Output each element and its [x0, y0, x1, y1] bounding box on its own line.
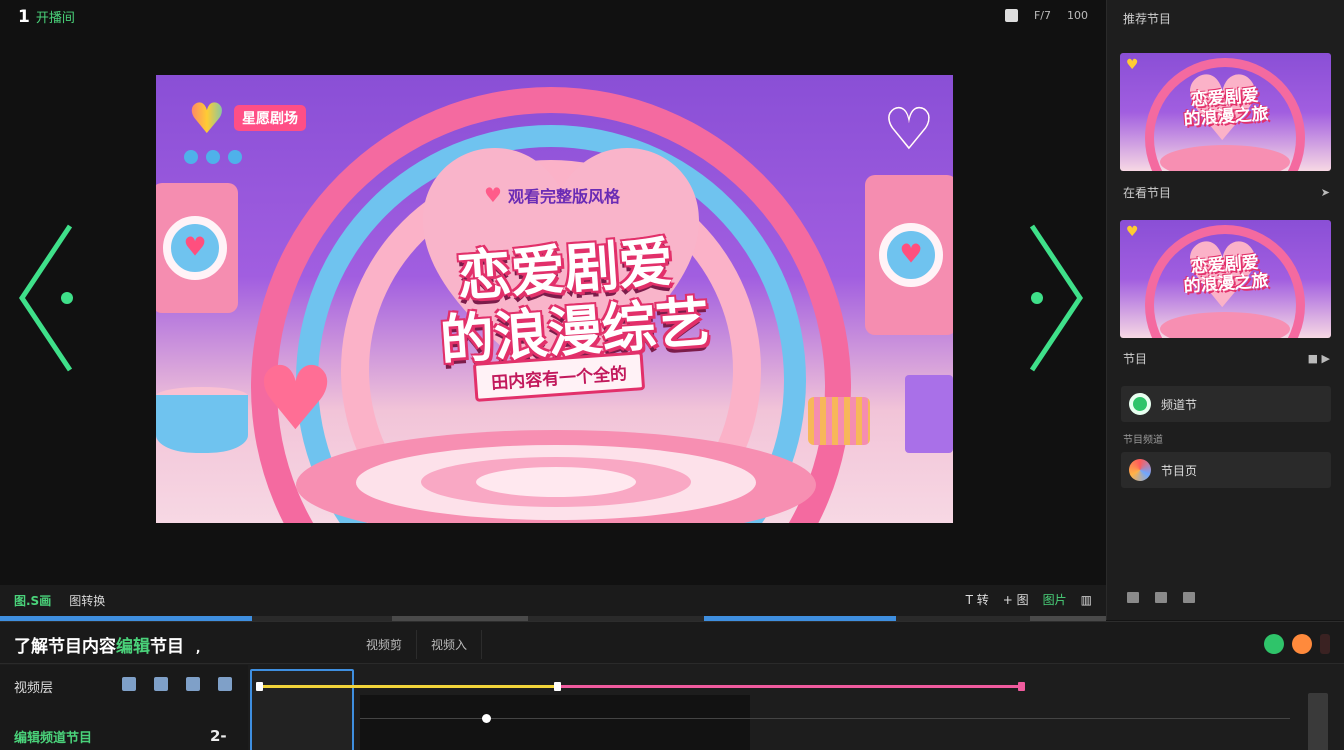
preview-header: 1 开播间 [18, 7, 75, 27]
preview-area: 1 开播间 F/7 100 ♥ ♥ ♥ ♡ ♥ 星愿剧场 ♥ 观看完整版风格 恋… [0, 0, 1106, 585]
program-page-card[interactable]: 节目页 [1121, 452, 1331, 488]
playhead[interactable] [482, 714, 491, 723]
channel-icon [1129, 393, 1151, 415]
tab-video-edit[interactable]: 视频剪 [352, 630, 418, 659]
timeline-header: 了解节目内容编辑节目 , 视频剪 视频入 [0, 622, 1344, 664]
track-lane[interactable] [360, 695, 750, 750]
preview-title: 开播间 [35, 11, 75, 26]
timeline-title-part: 了解节目内容 [14, 637, 116, 657]
keyframe-marker[interactable] [256, 682, 263, 691]
timeline-panel: 了解节目内容编辑节目 , 视频剪 视频入 视频层 编辑频道节目 2- [0, 621, 1344, 750]
right-panel: 推荐节目 ♥ ♥ 恋爱剧爱 的浪漫之旅 在看节目 ➤ ♥ ♥ 恋爱剧爱 的浪漫之… [1106, 0, 1344, 620]
keyframe-line-pink[interactable] [556, 685, 1020, 688]
preview-toolbar: F/7 100 [1004, 9, 1088, 22]
program-row: 节目 ■ ▶ [1123, 350, 1330, 367]
track-headers: 视频层 编辑频道节目 2- [0, 665, 248, 750]
timeline-title-suffix: , [195, 641, 201, 655]
subtitle-text: 观看完整版风格 [507, 187, 620, 206]
play-icon[interactable]: ■ ▶ [1308, 352, 1330, 365]
timeline-title-part: 节目 [150, 637, 184, 657]
program-page-label: 节目页 [1161, 463, 1198, 478]
keyframe-marker[interactable] [554, 682, 561, 691]
track-area[interactable] [248, 665, 1344, 750]
zoom-level[interactable]: 100 [1067, 9, 1088, 22]
panel-footer-icons [1127, 592, 1195, 603]
fit-button[interactable]: F/7 [1034, 9, 1051, 22]
text-tool-button[interactable]: T 转 [966, 591, 989, 608]
track-tools [122, 677, 232, 691]
next-arrow-icon[interactable] [1026, 222, 1086, 374]
timeline-status-icons [1264, 634, 1330, 654]
grid-icon[interactable] [1155, 592, 1167, 603]
stop-icon[interactable] [1320, 634, 1330, 654]
folder-icon[interactable] [1127, 592, 1139, 603]
track2-label: 编辑频道节目 [14, 731, 93, 746]
program-thumbnail[interactable]: ♥ ♥ 恋爱剧爱 的浪漫之旅 [1120, 53, 1331, 171]
channel-card[interactable]: 频道节 [1121, 386, 1331, 422]
track2-count: 2- [210, 727, 227, 745]
timeline-title-highlight: 编辑 [116, 637, 150, 657]
view-mode-button[interactable]: 图.S画 [14, 592, 51, 609]
heart-sign: ♡ [883, 95, 935, 163]
layers-icon[interactable] [154, 677, 168, 691]
heart-logo-icon: ♥ [181, 97, 233, 141]
save-icon[interactable] [1004, 9, 1018, 22]
subtitle-tag: ♥ 观看完整版风格 [484, 183, 620, 207]
timeline-tabs: 视频剪 视频入 [352, 630, 483, 659]
vertical-scrollbar[interactable] [1308, 693, 1328, 750]
playhead-line [360, 718, 1290, 719]
tab-video-input[interactable]: 视频入 [417, 630, 483, 659]
pedestal [156, 395, 248, 453]
globe-icon [1129, 459, 1151, 481]
previous-arrow-icon[interactable] [14, 222, 74, 374]
program-label: 节目 [1123, 352, 1148, 366]
stage-floor-center [476, 467, 636, 497]
cube-prop [905, 375, 953, 453]
transition-button[interactable]: 图转换 [69, 592, 105, 609]
brand-tag: 星愿剧场 [234, 105, 306, 131]
share-icon[interactable]: ➤ [1321, 186, 1330, 199]
control-bar: 图.S画 图转换 T 转 + 图 图片 ▥ [0, 585, 1106, 621]
program-thumbnail[interactable]: ♥ ♥ 恋爱剧爱 的浪漫之旅 [1120, 220, 1331, 338]
send-icon[interactable] [218, 677, 232, 691]
piano-icon[interactable]: ▥ [1081, 593, 1092, 607]
now-watching-label: 在看节目 [1123, 186, 1172, 200]
video-frame[interactable]: ♥ ♥ ♥ ♡ ♥ 星愿剧场 ♥ 观看完整版风格 恋爱剧爱 的浪漫综艺 田内容有… [156, 75, 953, 523]
channel-card-label: 频道节 [1161, 397, 1198, 412]
selected-clip[interactable] [250, 669, 354, 750]
keyframe-line-yellow[interactable] [258, 685, 556, 688]
decor-dots [184, 150, 242, 164]
pen-icon[interactable] [186, 677, 200, 691]
gift-box [808, 397, 870, 445]
track-label: 视频层 [14, 681, 54, 696]
add-media-button[interactable]: + 图 [1003, 591, 1029, 608]
timeline-title: 了解节目内容编辑节目 , [14, 632, 200, 657]
archive-icon[interactable] [1183, 592, 1195, 603]
phone-icon[interactable] [122, 677, 136, 691]
heart-logo-icon: ♥ [1126, 57, 1139, 73]
heart-logo-icon: ♥ [1126, 224, 1139, 240]
episode-number: 1 [18, 7, 30, 27]
now-watching-row: 在看节目 ➤ [1123, 184, 1330, 201]
panel-title: 推荐节目 [1123, 12, 1172, 26]
record-icon[interactable] [1292, 634, 1312, 654]
small-heart-icon: ♥ [484, 183, 502, 207]
chat-icon[interactable] [1264, 634, 1284, 654]
keyframe-marker[interactable] [1018, 682, 1025, 691]
image-tool-button[interactable]: 图片 [1043, 591, 1067, 608]
section-label: 节目频道 [1123, 435, 1163, 446]
